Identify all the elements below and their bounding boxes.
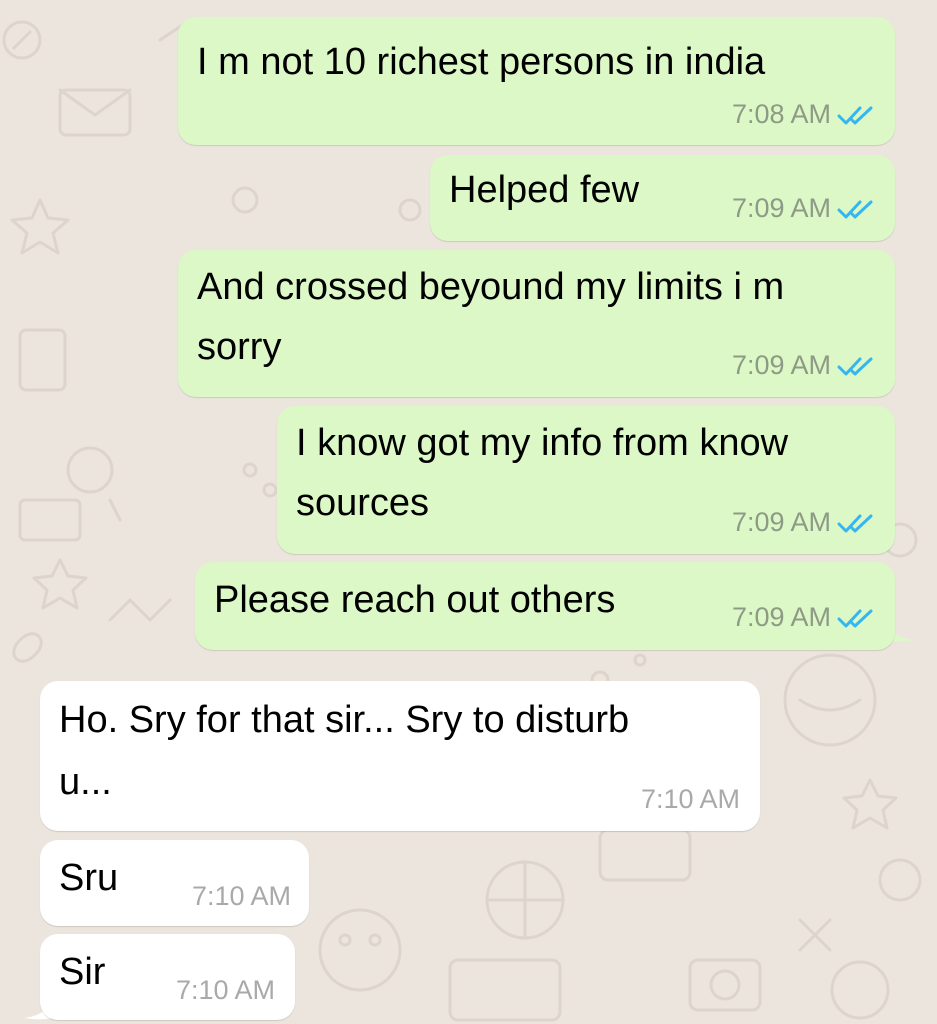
message-bubble-outgoing[interactable]: I know got my info from know sources 7:0… [277, 406, 895, 554]
message-meta: 7:10 AM [192, 881, 291, 912]
message-text-line: I know got my info from know [296, 422, 789, 464]
read-double-check-icon [837, 609, 873, 627]
message-meta: 7:09 AM [732, 507, 875, 538]
message-text-line: u... [59, 761, 112, 803]
message-text: Sir [59, 951, 106, 993]
message-time: 7:09 AM [731, 193, 831, 223]
message-meta: 7:09 AM [732, 350, 875, 381]
message-bubble-incoming[interactable]: Ho. Sry for that sir... Sry to disturb u… [40, 681, 760, 831]
message-time: 7:10 AM [640, 784, 740, 814]
message-text: Please reach out others [214, 579, 616, 621]
message-time: 7:08 AM [731, 99, 831, 129]
message-time: 7:10 AM [175, 975, 275, 1005]
message-time: 7:09 AM [731, 602, 831, 632]
message-text-line: Ho. Sry for that sir... Sry to disturb [59, 699, 630, 741]
message-text-line: And crossed beyound my limits i m [197, 266, 785, 308]
read-double-check-icon [837, 514, 873, 532]
message-time: 7:10 AM [191, 881, 291, 911]
message-text: Helped few [449, 169, 640, 211]
message-text-line: sources [296, 482, 430, 524]
message-text-line: sorry [197, 326, 282, 368]
message-bubble-outgoing[interactable]: And crossed beyound my limits i m sorry … [178, 250, 895, 397]
message-meta: 7:09 AM [732, 193, 875, 224]
read-double-check-icon [837, 106, 873, 124]
message-text: Sru [59, 857, 119, 899]
message-meta: 7:10 AM [176, 975, 275, 1006]
message-bubble-incoming[interactable]: Sru 7:10 AM [40, 840, 309, 926]
message-bubble-outgoing[interactable]: Helped few 7:09 AM [430, 155, 895, 241]
message-meta: 7:09 AM [732, 602, 875, 633]
message-time: 7:09 AM [731, 507, 831, 537]
message-meta: 7:10 AM [641, 784, 740, 815]
message-time: 7:09 AM [731, 350, 831, 380]
message-bubble-incoming[interactable]: Sir 7:10 AM [40, 934, 295, 1020]
read-double-check-icon [837, 200, 873, 218]
read-double-check-icon [837, 357, 873, 375]
message-meta: 7:08 AM [732, 99, 875, 130]
message-bubble-outgoing[interactable]: I m not 10 richest persons in india 7:08… [178, 17, 895, 145]
message-text: I m not 10 richest persons in india [197, 41, 766, 83]
message-bubble-outgoing[interactable]: Please reach out others 7:09 AM [195, 562, 895, 650]
